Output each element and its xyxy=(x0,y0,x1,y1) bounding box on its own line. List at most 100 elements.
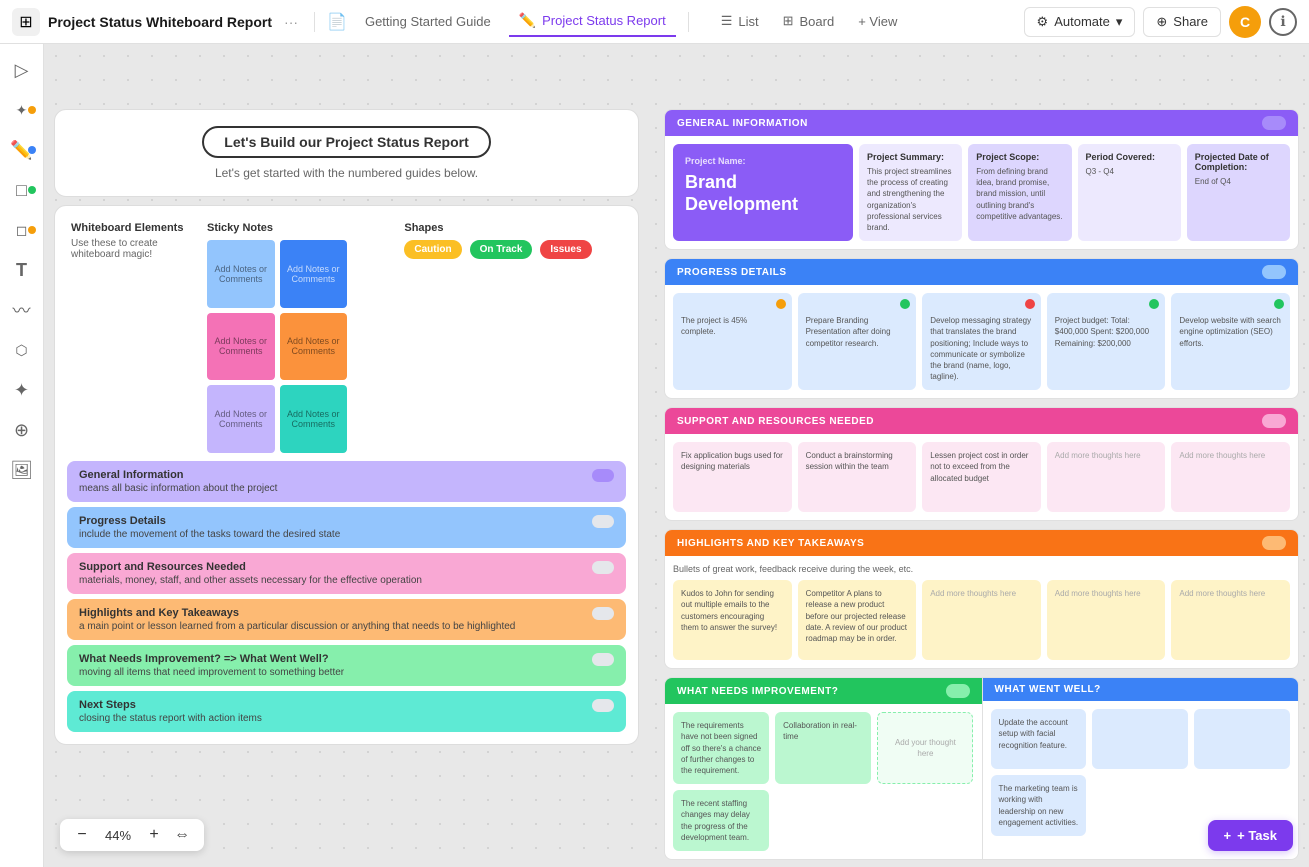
tool-ai[interactable]: ✦ xyxy=(4,92,40,128)
tool-sticky[interactable]: ◻ xyxy=(4,212,40,248)
prog-cell-1: The project is 45% complete. xyxy=(673,293,792,390)
wb-elements-body: Use these to create whiteboard magic! xyxy=(71,238,191,260)
dot-indicator xyxy=(28,106,36,114)
ww-cell-2 xyxy=(1092,709,1188,769)
imp-bottom-1: The recent staffing changes may delay th… xyxy=(681,798,761,843)
divider xyxy=(314,12,315,32)
high-cell-1: Kudos to John for sending out multiple e… xyxy=(673,580,792,660)
zoom-fit-button[interactable]: ⇔ xyxy=(172,825,192,845)
toggle-imp[interactable] xyxy=(592,653,614,666)
toggle-gen[interactable] xyxy=(592,469,614,482)
tab-project-status[interactable]: ✏️ Project Status Report xyxy=(509,6,676,37)
sticky-6: Add Notes or Comments xyxy=(280,385,348,453)
tool-line[interactable]: 〰 xyxy=(4,292,40,328)
main-layout: ▷ ✦ ✏️ □ ◻ T 〰 ⬡ ✦ ⊕ 🖼 Let's Build our P… xyxy=(0,44,1309,867)
zoom-out-button[interactable]: − xyxy=(72,825,92,845)
share-button[interactable]: ⊕ Share xyxy=(1143,7,1221,37)
guide-panel: Let's Build our Project Status Report Le… xyxy=(54,109,639,745)
zoom-level-display: 44% xyxy=(100,828,136,843)
prog-toggle[interactable] xyxy=(1262,265,1286,279)
summary-cell: Project Summary: This project streamline… xyxy=(859,144,962,241)
grid-icon: ⊞ xyxy=(19,12,32,32)
sticky-1: Add Notes or Comments xyxy=(207,240,275,308)
app-title: Project Status Whiteboard Report xyxy=(48,14,272,30)
row-highlights: Highlights and Key Takeaways a main poin… xyxy=(67,599,626,640)
list-icon: ☰ xyxy=(721,13,733,29)
section-rows: General Information means all basic info… xyxy=(55,461,638,744)
nav-list[interactable]: ☰ List xyxy=(709,1,771,41)
tool-image[interactable]: 🖼 xyxy=(4,452,40,488)
toggle-supp[interactable] xyxy=(592,561,614,574)
period-title: Period Covered: xyxy=(1086,152,1173,162)
canvas-area[interactable]: Let's Build our Project Status Report Le… xyxy=(44,44,1309,867)
projected-body: End of Q4 xyxy=(1195,176,1282,187)
issues-badge: Issues xyxy=(540,240,591,259)
blue-dot xyxy=(28,146,36,154)
tab-getting-started[interactable]: Getting Started Guide xyxy=(355,8,501,35)
zoom-in-button[interactable]: + xyxy=(144,825,164,845)
summary-title: Project Summary: xyxy=(867,152,954,162)
supp-toggle[interactable] xyxy=(1262,414,1286,428)
task-button[interactable]: + + Task xyxy=(1208,820,1293,851)
imp-body-2: Collaboration in real-time xyxy=(783,720,863,742)
prog-cell-2: Prepare Branding Presentation after doin… xyxy=(798,293,917,390)
ww-header: WHAT WENT WELL? xyxy=(983,678,1299,701)
sticky-3: Add Notes or Comments xyxy=(207,313,275,381)
high-toggle[interactable] xyxy=(1262,536,1286,550)
gen-toggle[interactable] xyxy=(1262,116,1286,130)
high-body-2: Competitor A plans to release a new prod… xyxy=(806,588,909,644)
tool-magic[interactable]: ✦ xyxy=(4,372,40,408)
shapes-title: Shapes xyxy=(404,222,622,234)
caution-badge: Caution xyxy=(404,240,461,259)
gen-header: GENERAL INFORMATION xyxy=(665,110,1298,136)
high-body-3: Add more thoughts here xyxy=(930,588,1033,599)
row-gen-title: General Information xyxy=(79,469,277,481)
row-next-desc: closing the status report with action it… xyxy=(79,713,262,724)
imp-cell-bottom-1: The recent staffing changes may delay th… xyxy=(673,790,769,851)
guide-title-box: Let's Build our Project Status Report Le… xyxy=(54,109,639,197)
ww-body-1: Update the account setup with facial rec… xyxy=(999,717,1079,751)
supp-cell-3: Lessen project cost in order not to exce… xyxy=(922,442,1041,512)
toggle-next[interactable] xyxy=(592,699,614,712)
dot-red-3 xyxy=(1025,299,1035,309)
tool-globe[interactable]: ⊕ xyxy=(4,412,40,448)
supp-body-1: Fix application bugs used for designing … xyxy=(681,450,784,472)
high-cell-5: Add more thoughts here xyxy=(1171,580,1290,660)
topbar: ⊞ Project Status Whiteboard Report ··· 📄… xyxy=(0,0,1309,44)
zoom-controls: − 44% + ⇔ xyxy=(60,819,204,851)
info-button[interactable]: ℹ xyxy=(1269,8,1297,36)
tool-mindmap[interactable]: ⬡ xyxy=(4,332,40,368)
nav-view[interactable]: + View xyxy=(846,2,909,41)
tool-text[interactable]: T xyxy=(4,252,40,288)
tool-cursor[interactable]: ▷ xyxy=(4,52,40,88)
high-cell-4: Add more thoughts here xyxy=(1047,580,1166,660)
toggle-high[interactable] xyxy=(592,607,614,620)
project-name-value: Brand Development xyxy=(685,172,841,215)
tool-pen[interactable]: ✏️ xyxy=(4,132,40,168)
sticky-grid: Add Notes or Comments Add Notes or Comme… xyxy=(207,240,347,453)
project-name-label: Project Name: xyxy=(685,156,841,166)
app-logo[interactable]: ⊞ xyxy=(12,8,40,36)
imp-toggle[interactable] xyxy=(946,684,970,698)
tool-rectangle[interactable]: □ xyxy=(4,172,40,208)
automate-button[interactable]: ⚙ Automate ▾ xyxy=(1024,7,1136,37)
more-options-icon[interactable]: ··· xyxy=(284,14,298,30)
doc-icon: 📄 xyxy=(327,12,347,32)
row-prog-title: Progress Details xyxy=(79,515,340,527)
high-body: Bullets of great work, feedback receive … xyxy=(665,556,1298,668)
supp-header-label: SUPPORT AND RESOURCES NEEDED xyxy=(677,416,874,427)
nav-board[interactable]: ⊞ Board xyxy=(771,1,847,41)
support-card: SUPPORT AND RESOURCES NEEDED Fix applica… xyxy=(664,407,1299,521)
toggle-prog[interactable] xyxy=(592,515,614,528)
dot-green-2 xyxy=(900,299,910,309)
scope-body: From defining brand idea, brand promise,… xyxy=(976,166,1063,222)
sticky-4: Add Notes or Comments xyxy=(280,313,348,381)
prog-header-label: PROGRESS DETAILS xyxy=(677,267,787,278)
prog-body-2: Prepare Branding Presentation after doin… xyxy=(806,315,909,349)
supp-cell-5: Add more thoughts here xyxy=(1171,442,1290,512)
imp-cell-3: Add your thought here xyxy=(877,712,973,784)
row-imp-title: What Needs Improvement? => What Went Wel… xyxy=(79,653,344,665)
prog-cell-4: Project budget: Total: $400,000 Spent: $… xyxy=(1047,293,1166,390)
project-name-cell: Project Name: Brand Development xyxy=(673,144,853,241)
avatar[interactable]: C xyxy=(1229,6,1261,38)
